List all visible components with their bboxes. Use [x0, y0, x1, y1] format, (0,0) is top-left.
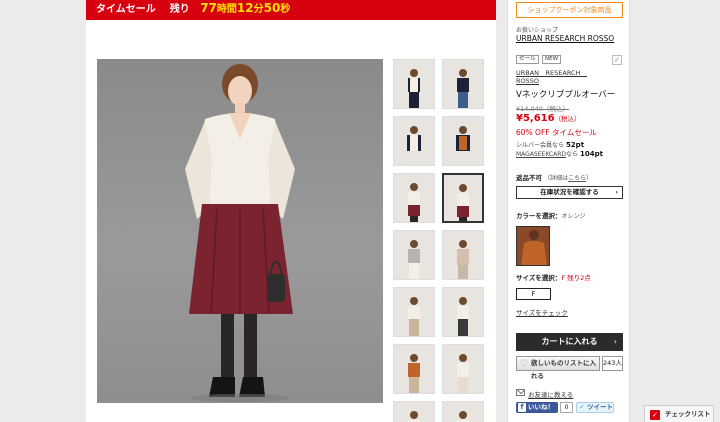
- thumbnail-6-selected[interactable]: [442, 173, 484, 223]
- swatch-image: [517, 227, 549, 265]
- mail-icon: [516, 389, 525, 396]
- thumbnail-8[interactable]: [442, 230, 484, 280]
- checklist-tab[interactable]: ✓ チェックリスト: [644, 405, 714, 422]
- hours-unit: 時間: [216, 4, 237, 15]
- add-to-cart-button[interactable]: カートに入れる ›: [516, 333, 623, 351]
- magaseek-card-link[interactable]: MAGASEEKCARD: [516, 151, 566, 158]
- check-stock-label: 在庫状況を確認する: [540, 188, 599, 196]
- heart-icon: ♡: [520, 359, 529, 369]
- facebook-icon: f: [518, 403, 526, 412]
- return-detail-suffix: ）: [586, 175, 593, 182]
- tweet-button[interactable]: ✓ ツイート: [576, 402, 614, 413]
- minutes-unit: 分: [253, 4, 264, 15]
- return-policy-label: 返品不可: [516, 174, 542, 182]
- countdown-hours: 77: [200, 1, 217, 15]
- thumbnail-1[interactable]: [393, 59, 435, 109]
- thumbnail-14[interactable]: [442, 401, 484, 422]
- sale-label: タイムセール: [96, 4, 156, 15]
- main-product-photo[interactable]: [97, 59, 383, 403]
- sale-tag: セール: [516, 55, 539, 64]
- thumbnail-12[interactable]: [442, 344, 484, 394]
- product-page: タイムセール 残り 77時間12分50秒 ショップクーポン対象商品 お扱いショッ…: [0, 0, 720, 422]
- countdown-seconds: 50: [263, 1, 281, 15]
- facebook-like-label: いいね！: [528, 403, 554, 411]
- size-option-f[interactable]: F: [516, 288, 551, 300]
- seconds-unit: 秒: [280, 4, 291, 15]
- card-points-suffix: なら: [566, 151, 579, 158]
- brand-link[interactable]: URBAN RESEARCH ROSSO: [516, 69, 591, 85]
- shop-label: お扱いショップ: [516, 27, 559, 34]
- color-swatch-orange[interactable]: [516, 226, 550, 266]
- arrow-right-icon: ›: [613, 337, 617, 346]
- tweet-label: ツイート: [587, 403, 613, 411]
- facebook-like-count: 0: [560, 402, 573, 413]
- add-to-cart-label: カートに入れる: [541, 337, 598, 346]
- return-detail-link[interactable]: こちら: [568, 175, 586, 182]
- thumbnail-13[interactable]: [393, 401, 435, 422]
- color-label: カラーを選択：: [516, 212, 562, 220]
- card-points-value: 104pt: [579, 150, 603, 158]
- wishlist-button[interactable]: ♡ 欲しいものリストに入れる: [516, 356, 600, 380]
- time-sale-banner: タイムセール 残り 77時間12分50秒: [86, 0, 496, 20]
- color-selector-label: カラーを選択：オレンジ: [516, 210, 586, 220]
- card-points: MAGASEEKCARDなら 104pt: [516, 149, 603, 158]
- wishlist-count: 243人: [602, 356, 623, 371]
- return-detail-prefix: （詳細は: [544, 175, 569, 182]
- shop-coupon-button[interactable]: ショップクーポン対象商品: [516, 2, 623, 18]
- check-stock-button[interactable]: 在庫状況を確認する ›: [516, 186, 623, 199]
- thumbnail-3[interactable]: [393, 116, 435, 166]
- shop-name-link[interactable]: URBAN RESEARCH ROSSO: [516, 34, 614, 43]
- thumbnail-11[interactable]: [393, 344, 435, 394]
- silver-points-value: 52pt: [565, 141, 585, 149]
- facebook-like-button[interactable]: f いいね！: [516, 402, 558, 413]
- checklist-add-icon[interactable]: ✓: [612, 55, 622, 65]
- thumbnail-4[interactable]: [442, 116, 484, 166]
- size-label: サイズを選択：: [516, 274, 562, 282]
- twitter-bird-icon: ✓: [579, 403, 585, 411]
- product-name: Vネックリブプルオーバー: [516, 90, 616, 100]
- thumbnail-9[interactable]: [393, 287, 435, 337]
- sale-price: ¥5,616（税込）: [516, 113, 581, 124]
- remaining-label: 残り: [169, 4, 190, 15]
- silver-points: シルバー会員なら 52pt: [516, 140, 584, 149]
- checklist-label: チェックリスト: [665, 410, 711, 418]
- checkbox-icon: ✓: [650, 410, 660, 420]
- size-check-link[interactable]: サイズをチェック: [516, 307, 568, 317]
- silver-points-label: シルバー会員なら: [516, 142, 565, 149]
- discount-text: 60% OFF タイムセール: [516, 128, 597, 137]
- original-price: ¥14,040（税込）: [516, 105, 569, 113]
- new-tag: NEW: [542, 55, 562, 64]
- sale-price-value: ¥5,616: [516, 113, 555, 124]
- arrow-right-icon: ›: [615, 188, 618, 196]
- size-value: F 残り2点: [561, 274, 591, 282]
- color-value: オレンジ: [561, 213, 586, 220]
- model-illustration: [185, 64, 295, 402]
- size-selector-label: サイズを選択：F 残り2点: [516, 272, 591, 282]
- tell-friend-link[interactable]: お友達に教える: [528, 389, 573, 399]
- thumbnail-7[interactable]: [393, 230, 435, 280]
- thumbnail-5[interactable]: [393, 173, 435, 223]
- countdown-minutes: 12: [236, 1, 254, 15]
- thumbnail-10[interactable]: [442, 287, 484, 337]
- return-policy: 返品不可 （詳細はこちら）: [516, 172, 592, 182]
- thumbnail-2[interactable]: [442, 59, 484, 109]
- sale-price-tax: （税込）: [554, 115, 581, 123]
